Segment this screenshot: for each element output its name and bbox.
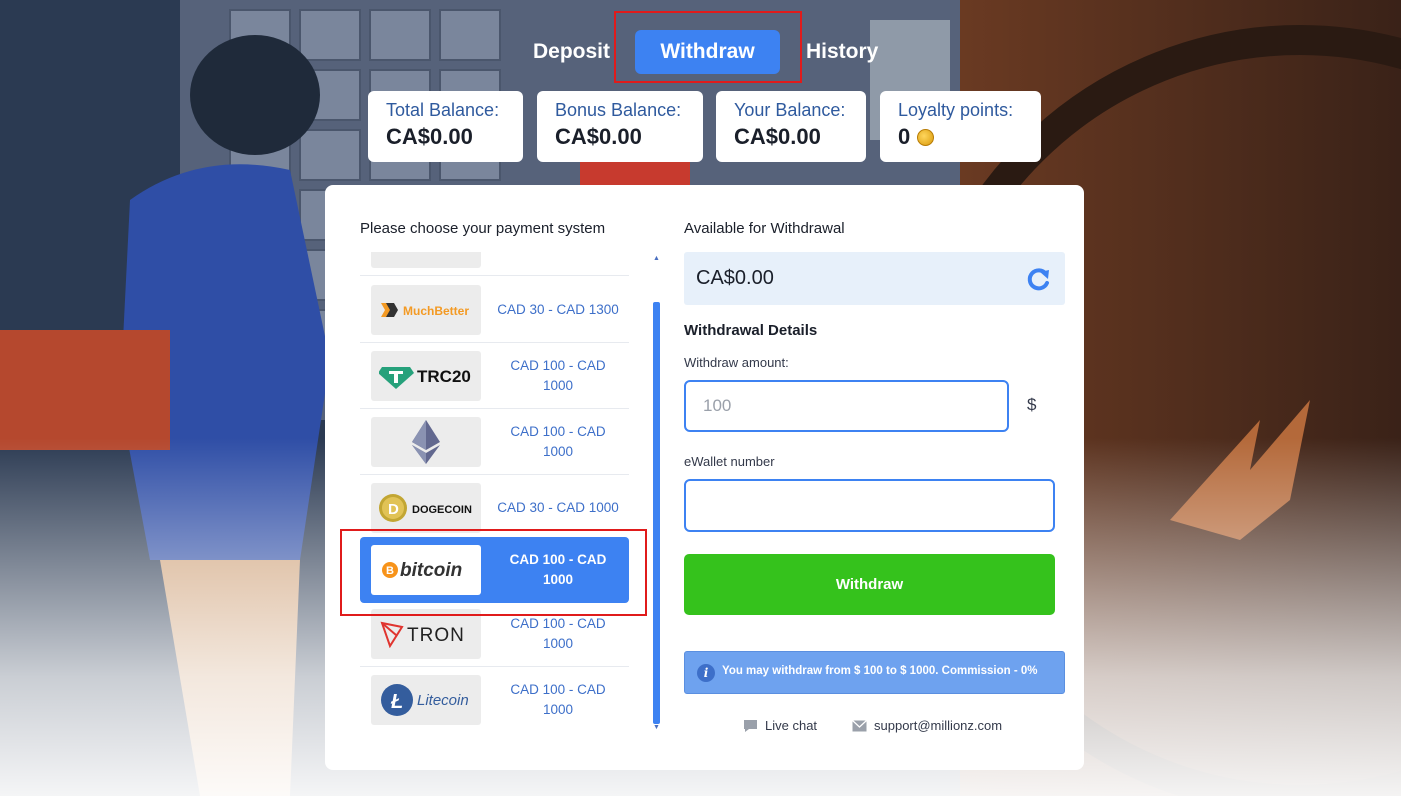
gold-coin-icon bbox=[917, 128, 935, 146]
litecoin-logo-text: Litecoin bbox=[417, 692, 469, 709]
support-email-link[interactable]: support@millionz.com bbox=[852, 718, 1002, 733]
withdraw-amount-input[interactable] bbox=[684, 380, 1009, 432]
range-line-2: 1000 bbox=[542, 636, 574, 651]
info-icon: i bbox=[697, 664, 715, 682]
total-balance-card: Total Balance: CA$0.00 bbox=[368, 91, 523, 162]
available-balance-box: CA$0.00 bbox=[684, 252, 1065, 305]
payment-list-scrollbar[interactable]: ▲ ▼ bbox=[651, 252, 662, 734]
scroll-down-arrow-icon[interactable]: ▼ bbox=[652, 723, 661, 732]
payment-system-title: Please choose your payment system bbox=[360, 220, 606, 237]
ewallet-number-input[interactable] bbox=[684, 479, 1055, 532]
muchbetter-logo: MuchBetter bbox=[371, 285, 481, 335]
method-range: CAD 30 - CAD 1300 bbox=[494, 277, 622, 343]
chat-bubble-icon bbox=[744, 719, 757, 732]
svg-text:D: D bbox=[388, 501, 399, 518]
loyalty-points-card: Loyalty points: 0 bbox=[880, 91, 1041, 162]
payment-method-list: MuchBetter CAD 30 - CAD 1300 TRC20 CAD 1… bbox=[360, 252, 630, 732]
envelope-icon bbox=[852, 719, 867, 731]
loyalty-points-label: Loyalty points: bbox=[898, 100, 1014, 120]
payment-method-partial[interactable] bbox=[360, 252, 629, 276]
withdrawal-details-title: Withdrawal Details bbox=[684, 322, 818, 339]
scroll-up-arrow-icon[interactable]: ▲ bbox=[652, 254, 661, 263]
loyalty-points-row: 0 bbox=[898, 124, 1041, 150]
tron-logo: TRON bbox=[371, 609, 481, 659]
loyalty-points-value: 0 bbox=[898, 124, 911, 149]
range-line-2: 1000 bbox=[542, 702, 574, 717]
partial-method-logo bbox=[371, 252, 481, 268]
withdraw-amount-label: Withdraw amount: bbox=[684, 355, 789, 370]
support-email-label: support@millionz.com bbox=[874, 718, 1003, 733]
payment-method-trc20[interactable]: TRC20 CAD 100 - CAD 1000 bbox=[360, 343, 629, 409]
range-line-1: CAD 100 - CAD bbox=[510, 424, 606, 439]
method-range: CAD 100 - CAD 1000 bbox=[494, 409, 622, 475]
refresh-icon[interactable] bbox=[1025, 266, 1051, 292]
dogecoin-logo-text: DOGECOIN bbox=[412, 504, 472, 516]
live-chat-link[interactable]: Live chat bbox=[743, 718, 817, 733]
currency-symbol: $ bbox=[1027, 395, 1037, 414]
withdraw-info-text: You may withdraw from $ 100 to $ 1000. C… bbox=[722, 665, 1038, 677]
method-range: CAD 100 - CAD 1000 bbox=[494, 667, 622, 732]
withdraw-submit-button[interactable]: Withdraw bbox=[684, 554, 1055, 615]
total-balance-label: Total Balance: bbox=[386, 100, 500, 120]
bitcoin-selection-highlight bbox=[340, 529, 647, 616]
live-chat-label: Live chat bbox=[765, 718, 818, 733]
bonus-balance-label: Bonus Balance: bbox=[555, 100, 682, 120]
method-range: CAD 100 - CAD 1000 bbox=[494, 343, 622, 409]
available-value: CA$0.00 bbox=[696, 267, 774, 289]
tab-deposit[interactable]: Deposit bbox=[533, 30, 610, 74]
range-line-1: CAD 30 - CAD 1000 bbox=[497, 500, 619, 515]
trc20-logo-text: TRC20 bbox=[417, 367, 471, 386]
ewallet-number-label: eWallet number bbox=[684, 454, 775, 469]
range-line-1: CAD 100 - CAD bbox=[510, 682, 606, 697]
range-line-1: CAD 100 - CAD bbox=[510, 358, 606, 373]
range-line-2: 1000 bbox=[542, 378, 574, 393]
scroll-thumb[interactable] bbox=[653, 302, 660, 724]
bonus-balance-value: CA$0.00 bbox=[555, 124, 642, 149]
available-title: Available for Withdrawal bbox=[684, 220, 845, 237]
litecoin-logo: Ł Litecoin bbox=[371, 675, 481, 725]
dogecoin-logo: D DOGECOIN bbox=[371, 483, 481, 533]
ethereum-logo bbox=[371, 417, 481, 467]
withdraw-info-banner: i You may withdraw from $ 100 to $ 1000.… bbox=[684, 651, 1065, 694]
range-line-1: CAD 30 - CAD 1300 bbox=[497, 302, 619, 317]
your-balance-label: Your Balance: bbox=[734, 100, 846, 120]
total-balance-value: CA$0.00 bbox=[386, 124, 473, 149]
payment-method-litecoin[interactable]: Ł Litecoin CAD 100 - CAD 1000 bbox=[360, 667, 629, 732]
trc20-logo: TRC20 bbox=[371, 351, 481, 401]
svg-text:Ł: Ł bbox=[390, 691, 403, 713]
your-balance-value: CA$0.00 bbox=[734, 124, 821, 149]
ethereum-icon bbox=[412, 420, 440, 464]
muchbetter-logo-text: MuchBetter bbox=[403, 304, 469, 318]
range-line-1: CAD 100 - CAD bbox=[510, 616, 606, 631]
range-line-2: 1000 bbox=[542, 444, 574, 459]
withdraw-tab-highlight bbox=[614, 11, 802, 83]
payment-method-muchbetter[interactable]: MuchBetter CAD 30 - CAD 1300 bbox=[360, 277, 629, 343]
tab-history[interactable]: History bbox=[806, 30, 878, 74]
bonus-balance-card: Bonus Balance: CA$0.00 bbox=[537, 91, 703, 162]
withdraw-panel: Please choose your payment system MuchBe… bbox=[325, 185, 1084, 770]
tron-logo-text: TRON bbox=[407, 625, 465, 646]
payment-method-ethereum[interactable]: CAD 100 - CAD 1000 bbox=[360, 409, 629, 475]
your-balance-card: Your Balance: CA$0.00 bbox=[716, 91, 866, 162]
